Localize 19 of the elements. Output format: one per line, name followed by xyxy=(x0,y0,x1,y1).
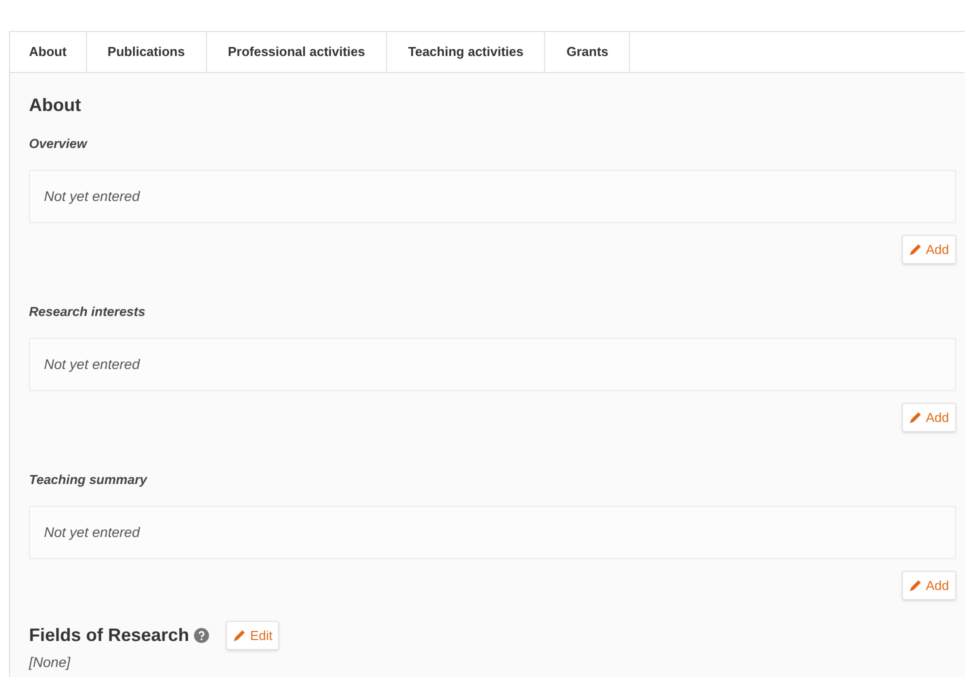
tab[interactable]: Publications xyxy=(86,32,207,72)
placeholder-text: Not yet entered xyxy=(44,187,140,206)
placeholder-text: Not yet entered xyxy=(44,523,140,542)
placeholder-text: Not yet entered xyxy=(44,355,140,374)
pencil-icon xyxy=(908,411,922,424)
section-label: Overview xyxy=(29,136,88,152)
pencil-icon xyxy=(908,243,922,256)
section-heading: About xyxy=(29,94,82,116)
section-heading: Fields of Research xyxy=(29,624,190,647)
help-icon xyxy=(194,628,210,643)
tab[interactable]: Professional activities xyxy=(206,32,388,72)
section-label: Teaching summary xyxy=(29,472,148,488)
section-label: Research interests xyxy=(29,304,146,320)
tab[interactable]: About xyxy=(10,32,87,72)
pencil-icon xyxy=(908,579,922,592)
pencil-icon xyxy=(233,629,246,642)
tab[interactable]: Grants xyxy=(545,32,630,72)
tab[interactable]: Teaching activities xyxy=(387,32,546,72)
field-value: [None] xyxy=(29,653,72,672)
